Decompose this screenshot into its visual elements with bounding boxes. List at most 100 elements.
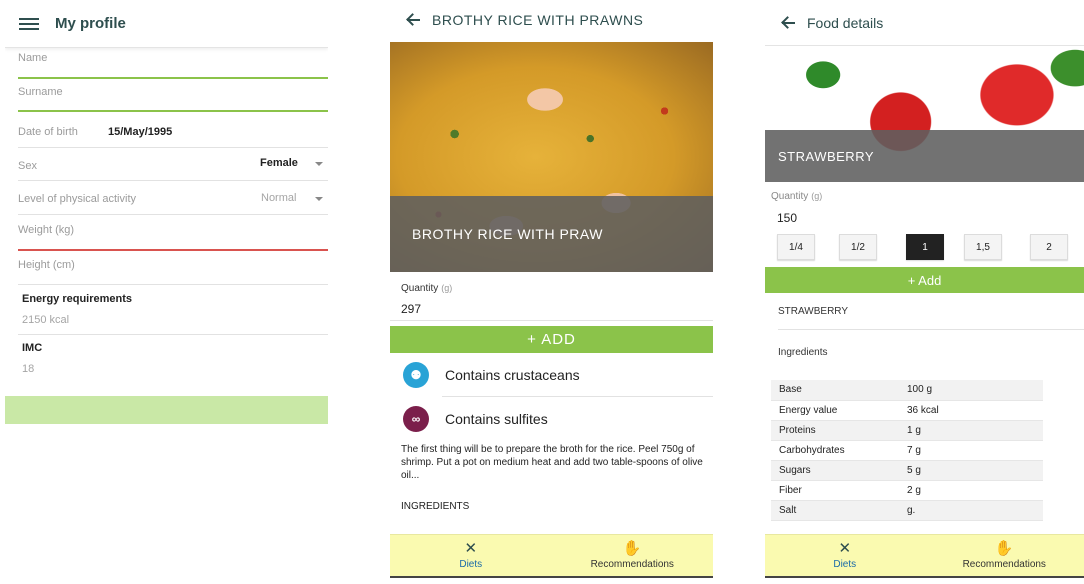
allergen-label: Contains sulfites xyxy=(445,411,548,427)
food-details-screen: Food details STRAWBERRY Quantity (g) 150 … xyxy=(765,0,1084,584)
ingredients-heading: INGREDIENTS xyxy=(401,501,470,512)
divider xyxy=(390,320,713,321)
sulfite-icon: ∞ xyxy=(403,406,429,432)
save-button[interactable] xyxy=(5,396,328,424)
menu-icon[interactable] xyxy=(19,17,39,30)
nutrient-name: Carbohydrates xyxy=(771,440,907,461)
table-row: Base 100 g xyxy=(771,380,1043,401)
nav-recommendations[interactable]: ✋ Recommendations xyxy=(925,535,1084,576)
nutrition-table: Base 100 g Energy value 36 kcal Proteins 1 … xyxy=(771,380,1043,521)
nav-diets[interactable]: ✕ Diets xyxy=(390,535,552,576)
quantity-input[interactable]: 297 xyxy=(401,302,421,316)
chevron-down-icon xyxy=(315,162,323,166)
table-row: Energy value 36 kcal xyxy=(771,400,1043,421)
surname-underline xyxy=(18,110,328,112)
hand-icon: ✋ xyxy=(994,540,1014,557)
height-label: Height (cm) xyxy=(18,259,75,271)
quantity-input[interactable]: 150 xyxy=(777,211,797,225)
table-row: Carbohydrates 7 g xyxy=(771,440,1043,461)
height-field[interactable]: Height (cm) xyxy=(18,259,328,283)
nutrient-value: 5 g xyxy=(907,460,1043,481)
divider xyxy=(18,284,328,285)
food-name: STRAWBERRY xyxy=(778,306,849,317)
page-title: My profile xyxy=(55,15,126,32)
allergen-crustaceans: ⚉ Contains crustaceans xyxy=(390,353,713,397)
nutrient-value: g. xyxy=(907,500,1043,521)
nav-diets-label: Diets xyxy=(833,559,857,570)
portion-button[interactable]: 1/2 xyxy=(839,234,877,260)
imc-label: IMC xyxy=(22,342,43,354)
quantity-label: Quantity (g) xyxy=(401,283,453,294)
nutrient-name: Proteins xyxy=(771,420,907,441)
nutrient-name: Salt xyxy=(771,500,907,521)
bottom-nav: ✕ Diets ✋ Recommendations xyxy=(390,534,713,578)
portion-button-selected[interactable]: 1 xyxy=(906,234,944,260)
nutrient-value: 2 g xyxy=(907,480,1043,501)
divider xyxy=(18,334,328,335)
nav-recommendations-label: Recommendations xyxy=(962,559,1046,570)
allergen-sulfites: ∞ Contains sulfites xyxy=(390,397,713,441)
portion-selector: 1/4 1/2 1 1,5 2 xyxy=(777,234,1073,260)
divider xyxy=(18,147,328,148)
add-button[interactable]: + ADD xyxy=(390,326,713,353)
nutrient-value: 1 g xyxy=(907,420,1043,441)
portion-button[interactable]: 2 xyxy=(1030,234,1068,260)
cutlery-icon: ✕ xyxy=(464,540,478,557)
profile-screen: My profile Name Surname Date of birth 15… xyxy=(5,0,328,430)
bottom-nav: ✕ Diets ✋ Recommendations xyxy=(765,534,1084,578)
divider xyxy=(778,329,1084,330)
crustacean-icon: ⚉ xyxy=(403,362,429,388)
name-label: Name xyxy=(18,52,48,64)
activity-level-label: Level of physical activity xyxy=(18,193,136,205)
nutrient-name: Base xyxy=(771,380,907,401)
recipe-app-bar: BROTHY RICE WITH PRAWNS xyxy=(390,0,713,40)
date-of-birth-label: Date of birth xyxy=(18,126,78,138)
nutrient-name: Fiber xyxy=(771,480,907,501)
recipe-screen: BROTHY RICE WITH PRAWNS BROTHY RICE WITH… xyxy=(390,0,713,584)
page-title: BROTHY RICE WITH PRAWNS xyxy=(432,12,644,28)
nav-recommendations[interactable]: ✋ Recommendations xyxy=(552,535,714,576)
nutrient-name: Energy value xyxy=(771,400,907,421)
food-app-bar: Food details xyxy=(765,0,1084,46)
nav-diets[interactable]: ✕ Diets xyxy=(765,535,925,576)
page-title: Food details xyxy=(807,14,884,31)
ingredients-label: Ingredients xyxy=(778,347,828,358)
table-row: Fiber 2 g xyxy=(771,480,1043,501)
nutrient-name: Sugars xyxy=(771,460,907,481)
table-row: Sugars 5 g xyxy=(771,460,1043,481)
portion-button[interactable]: 1/4 xyxy=(777,234,815,260)
divider xyxy=(18,180,328,181)
nav-diets-label: Diets xyxy=(459,559,483,570)
hand-icon: ✋ xyxy=(622,540,642,557)
nutrient-value: 100 g xyxy=(907,380,1043,401)
sex-value: Female xyxy=(260,157,298,169)
chevron-down-icon xyxy=(315,197,323,201)
weight-underline xyxy=(18,249,328,251)
cutlery-icon: ✕ xyxy=(838,540,852,557)
surname-field[interactable]: Surname xyxy=(18,86,328,114)
activity-level-value: Normal xyxy=(261,192,297,204)
back-arrow-icon[interactable] xyxy=(781,16,795,30)
name-field[interactable]: Name xyxy=(18,52,328,80)
recipe-hero-caption: BROTHY RICE WITH PRAW xyxy=(390,196,713,272)
divider xyxy=(18,214,328,215)
nutrient-value: 7 g xyxy=(907,440,1043,461)
nav-recommendations-label: Recommendations xyxy=(590,559,674,570)
add-button[interactable]: + Add xyxy=(765,267,1084,293)
weight-field[interactable]: Weight (kg) xyxy=(18,224,328,252)
name-underline xyxy=(18,77,328,79)
table-row: Proteins 1 g xyxy=(771,420,1043,441)
sex-label: Sex xyxy=(18,160,37,172)
surname-label: Surname xyxy=(18,86,63,98)
energy-requirements-value: 2150 kcal xyxy=(22,314,70,326)
recipe-description: The first thing will be to prepare the b… xyxy=(401,444,703,481)
weight-label: Weight (kg) xyxy=(18,224,75,236)
allergen-label: Contains crustaceans xyxy=(445,367,580,383)
quantity-label: Quantity (g) xyxy=(771,191,823,202)
imc-value: 18 xyxy=(22,363,35,375)
profile-app-bar: My profile xyxy=(5,0,328,48)
table-row: Salt g. xyxy=(771,500,1043,521)
food-hero-caption: STRAWBERRY xyxy=(765,130,1084,182)
back-arrow-icon[interactable] xyxy=(406,13,420,27)
portion-button[interactable]: 1,5 xyxy=(964,234,1002,260)
